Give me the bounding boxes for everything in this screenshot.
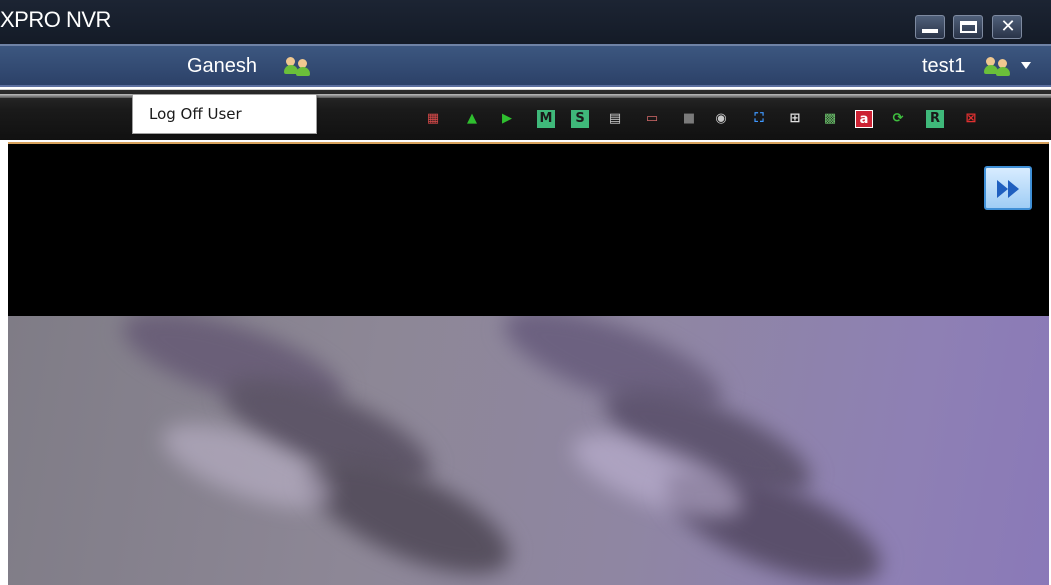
current-user-label[interactable]: test1 [922,55,965,78]
save-icon[interactable]: ■ [680,110,698,128]
video-letterbox [8,144,1049,316]
r-icon[interactable]: R [926,110,944,128]
close-icon: ✕ [1000,16,1016,37]
minimize-button[interactable] [915,15,945,39]
user-dropdown-menu: Log Off User [132,94,317,134]
minimize-icon [922,29,938,33]
app-title: XPRO NVR [0,7,111,32]
maximize-icon [960,21,977,33]
play-icon[interactable]: ▶ [498,110,516,128]
m-icon[interactable]: M [537,110,555,128]
logged-in-user-label[interactable]: Ganesh [187,55,257,78]
a-icon[interactable]: a [855,110,873,128]
users-icon[interactable] [982,57,1014,77]
user-bar: Ganesh test1 [0,44,1051,87]
chevron-down-icon[interactable] [1021,62,1031,69]
refresh-icon[interactable]: ⟳ [889,110,907,128]
maximize-button[interactable] [953,15,983,39]
document-icon[interactable]: ▤ [606,110,624,128]
video-viewport[interactable] [8,142,1049,585]
camera-feed[interactable] [8,316,1049,585]
users-icon[interactable] [282,57,314,77]
calendar-icon[interactable]: ▭ [643,110,661,128]
chart-icon[interactable]: ▦ [424,110,442,128]
close-button[interactable]: ✕ [992,15,1022,39]
nvr-window: XPRO NVR ✕ Ganesh test1 ▦ ▲ ▶ M S ▤ ▭ ■ … [0,0,1051,585]
layout-icon[interactable]: ⊠ [962,110,980,128]
grid-icon[interactable]: ⊞ [786,110,804,128]
fast-forward-icon [997,180,1019,198]
camera-icon[interactable]: ◉ [712,110,730,128]
fullscreen-icon[interactable]: ⛶ [750,110,768,128]
viewer-left-margin [0,142,8,585]
map-icon[interactable]: ▩ [821,110,839,128]
log-off-user-menu-item[interactable]: Log Off User [149,105,242,123]
sequence-icon[interactable]: ▲ [463,110,481,128]
s-icon[interactable]: S [571,110,589,128]
next-page-button[interactable] [984,166,1032,210]
title-bar[interactable]: XPRO NVR ✕ [0,0,1051,44]
